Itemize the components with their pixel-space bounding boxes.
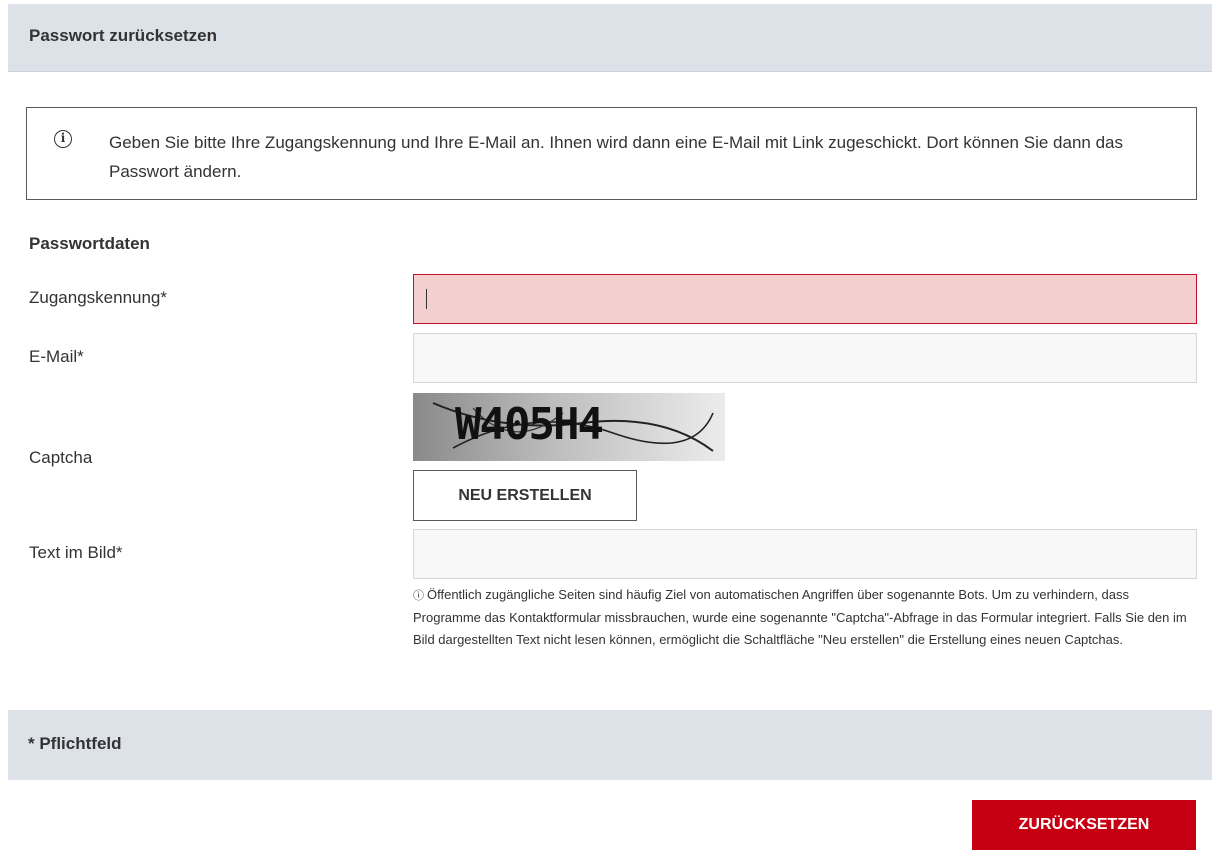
section-title: Passwortdaten [29, 234, 150, 253]
info-circle-icon: ⓘ [413, 590, 424, 602]
panel-header: Passwort zurücksetzen [8, 4, 1212, 72]
captcha-image: W405H4 [413, 393, 725, 461]
reset-submit-button[interactable]: ZURÜCKSETZEN [972, 800, 1196, 850]
captcha-input[interactable] [413, 529, 1197, 579]
text-caret [426, 289, 427, 309]
info-box: i Geben Sie bitte Ihre Zugangskennung un… [26, 107, 1197, 200]
info-circle-icon: i [54, 130, 72, 148]
username-input[interactable] [413, 274, 1197, 324]
required-note: * Pflichtfeld [28, 734, 122, 753]
password-reset-panel: Passwort zurücksetzen i Geben Sie bitte … [8, 4, 1212, 858]
required-note-bar: * Pflichtfeld [8, 710, 1212, 780]
email-label: E-Mail* [29, 347, 84, 366]
regenerate-captcha-button[interactable]: NEU ERSTELLEN [413, 470, 637, 521]
email-input[interactable] [413, 333, 1197, 383]
captcha-label: Captcha [29, 448, 93, 467]
captcha-hint-text: Öffentlich zugängliche Seiten sind häufi… [413, 587, 1187, 647]
captcha-input-label: Text im Bild* [29, 543, 123, 562]
page-title: Passwort zurücksetzen [29, 26, 218, 45]
username-label: Zugangskennung* [29, 288, 168, 307]
captcha-text: W405H4 [455, 399, 604, 450]
info-text: Geben Sie bitte Ihre Zugangskennung und … [109, 133, 1123, 181]
captcha-hint: ⓘ Öffentlich zugängliche Seiten sind häuf… [413, 584, 1193, 651]
